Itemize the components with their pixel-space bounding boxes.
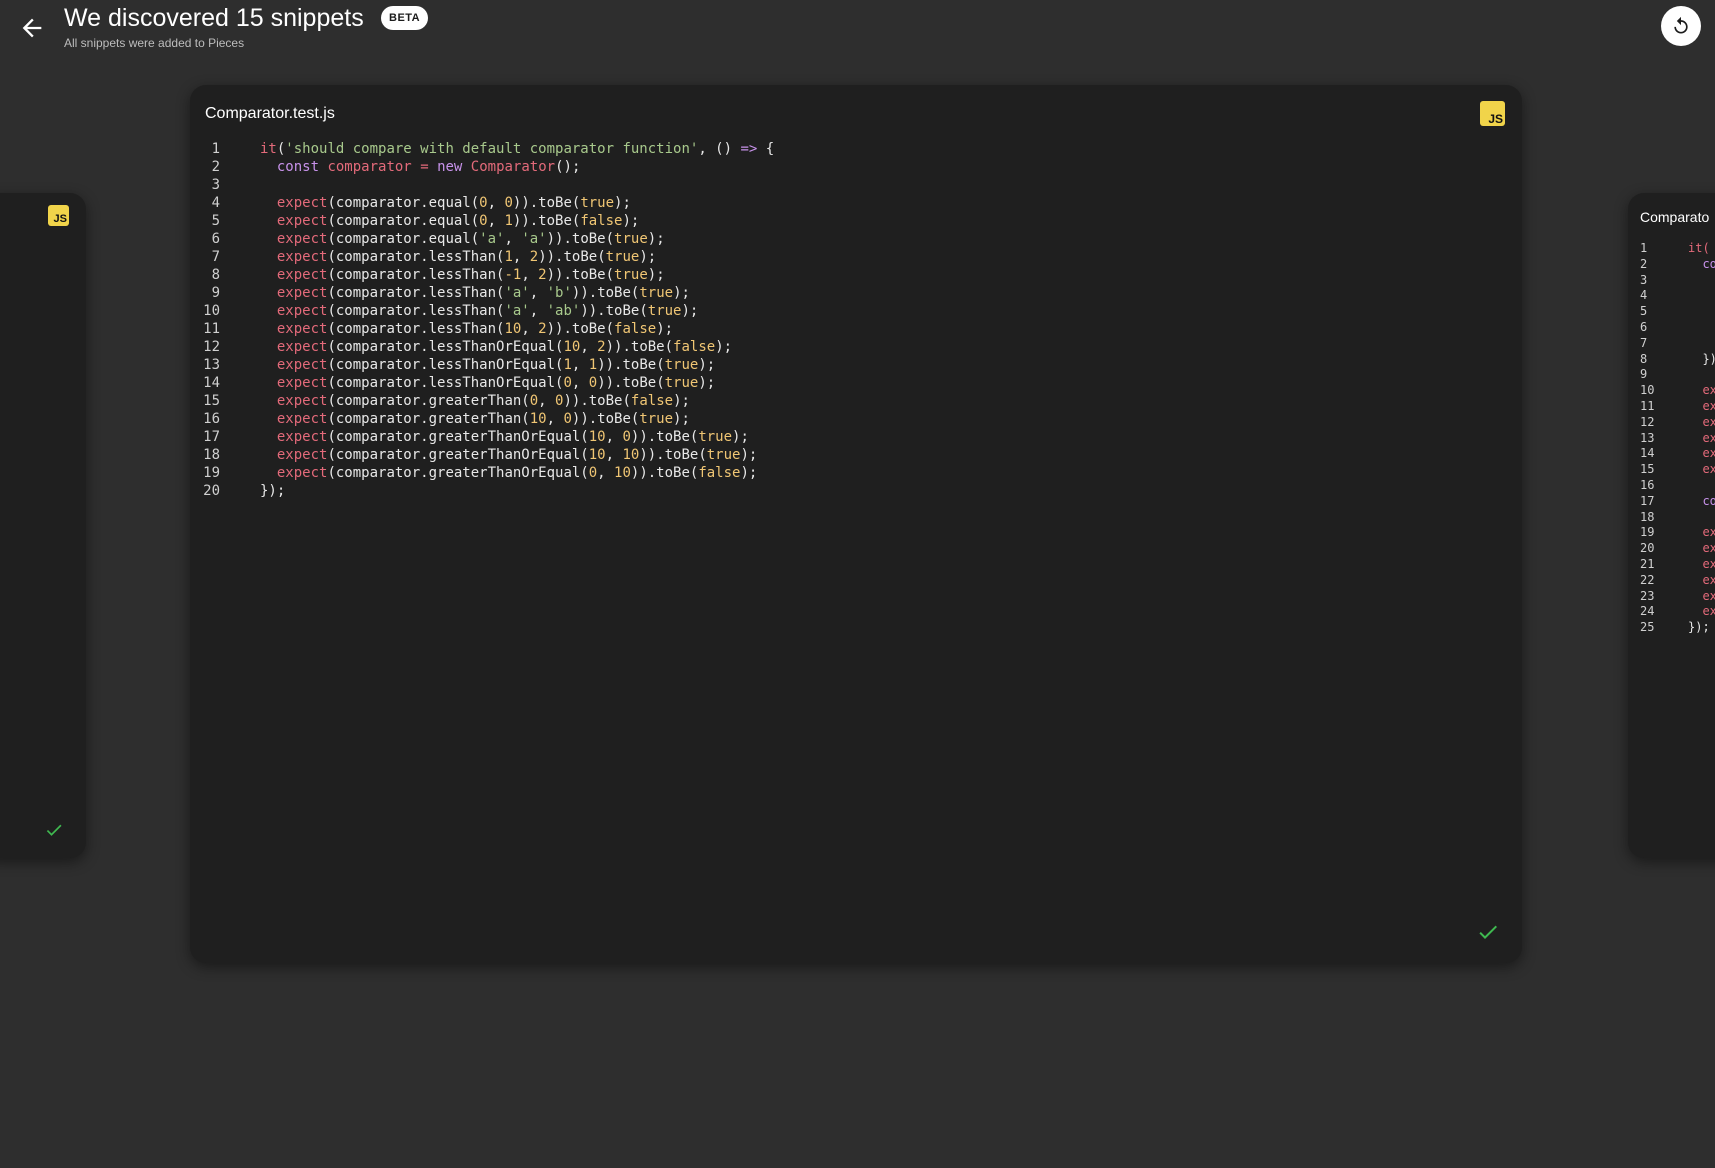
line-number: 10 <box>1640 383 1655 398</box>
code-text: ex <box>1702 446 1715 461</box>
code-text: co <box>1702 256 1715 271</box>
page-subtitle: All snippets were added to Pieces <box>64 36 245 50</box>
line-number: 3 <box>1640 272 1648 287</box>
code-text: it( <box>1688 241 1710 255</box>
line-number: 6 <box>211 231 220 247</box>
code-text: ex <box>1702 525 1715 540</box>
line-number: 20 <box>203 483 220 499</box>
line-number: 2 <box>1640 256 1648 271</box>
line-number: 16 <box>1640 477 1655 492</box>
code-text: expect(comparator.greaterThan(0, 0)).toB… <box>276 393 690 409</box>
line-number: 2 <box>211 159 220 175</box>
line-number: 8 <box>211 267 220 283</box>
code-text: expect(comparator.equal(0, 1)).toBe(fals… <box>276 213 640 229</box>
line-number: 18 <box>203 447 220 463</box>
line-number: 14 <box>203 375 220 391</box>
line-number: 9 <box>1640 367 1648 382</box>
line-number: 5 <box>1640 304 1648 319</box>
code-text: ex <box>1702 604 1715 619</box>
line-number: 25 <box>1640 620 1655 635</box>
line-number: 21 <box>1640 556 1655 571</box>
code-text: ex <box>1702 398 1715 413</box>
code-text: ex <box>1702 462 1715 477</box>
line-number: 17 <box>203 429 220 445</box>
code-text: }); <box>260 483 286 499</box>
snippet-card-previous[interactable]: JS <box>0 193 86 858</box>
line-number: 17 <box>1640 493 1655 508</box>
line-number: 11 <box>1640 398 1655 413</box>
snippet-card-next[interactable]: Comparato 1 it( 2 co 3 4 5 6 7 8 }) 9 10 ex 11 ex 12… <box>1628 193 1715 858</box>
code-text: const comparator = new Comparator(); <box>276 159 581 175</box>
code-text: ex <box>1702 414 1715 429</box>
code-text: expect(comparator.greaterThanOrEqual(10,… <box>276 447 758 463</box>
line-number: 12 <box>1640 414 1655 429</box>
line-number: 15 <box>203 393 220 409</box>
code-text: expect(comparator.lessThanOrEqual(10, 2)… <box>276 339 733 355</box>
code-text: expect(comparator.greaterThan(10, 0)).to… <box>276 411 690 427</box>
code-text: expect(comparator.lessThan(-1, 2)).toBe(… <box>276 267 665 283</box>
line-number: 14 <box>1640 446 1655 461</box>
arrow-left-icon <box>22 18 42 38</box>
code-text: ex <box>1702 572 1715 587</box>
code-text: ex <box>1702 383 1715 398</box>
snippet-card-current[interactable]: Comparator.test.js JS 1 it('should compar… <box>190 85 1522 963</box>
code-text: expect(comparator.equal(0, 0)).toBe(true… <box>276 195 631 211</box>
checkmark-icon <box>1479 925 1497 939</box>
code-text: expect(comparator.equal('a', 'a')).toBe(… <box>276 231 665 247</box>
snippet-filename: Comparato <box>1640 209 1710 225</box>
code-text: expect(comparator.greaterThanOrEqual(0, … <box>276 465 758 481</box>
line-number: 19 <box>1640 525 1655 540</box>
line-number: 8 <box>1640 351 1648 366</box>
code-text: expect(comparator.lessThan('a', 'b')).to… <box>276 285 690 301</box>
code-text: expect(comparator.lessThan('a', 'ab')).t… <box>276 303 699 319</box>
line-number: 4 <box>1640 288 1648 303</box>
line-number: 5 <box>211 213 220 229</box>
refresh-icon <box>1674 16 1688 34</box>
line-number: 6 <box>1640 319 1648 334</box>
code-text: co <box>1702 493 1715 508</box>
line-number: 11 <box>203 321 220 337</box>
line-number: 7 <box>1640 335 1648 350</box>
line-number: 22 <box>1640 572 1655 587</box>
code-text: }); <box>1688 620 1710 635</box>
beta-badge: BETA <box>381 6 429 30</box>
code-text: expect(comparator.lessThanOrEqual(1, 1))… <box>276 357 716 373</box>
line-number: 16 <box>203 411 220 427</box>
code-text: ex <box>1702 588 1715 603</box>
code-text: expect(comparator.greaterThanOrEqual(10,… <box>276 429 749 445</box>
refresh-button[interactable] <box>1661 6 1701 46</box>
line-number: 1 <box>1640 241 1648 255</box>
line-number: 12 <box>203 339 220 355</box>
line-number: 4 <box>211 195 220 211</box>
code-text: it('should compare with default comparat… <box>260 141 775 157</box>
page-title: We discovered 15 snippets <box>64 4 364 32</box>
line-number: 7 <box>211 249 220 265</box>
code-text: expect(comparator.lessThan(1, 2)).toBe(t… <box>276 249 657 265</box>
back-button[interactable] <box>18 14 46 42</box>
code-text: ex <box>1702 556 1715 571</box>
line-number: 20 <box>1640 541 1655 556</box>
line-number: 13 <box>203 357 220 373</box>
line-number: 18 <box>1640 509 1655 524</box>
code-text: ex <box>1702 541 1715 556</box>
line-number: 10 <box>203 303 220 319</box>
line-number: 15 <box>1640 462 1655 477</box>
line-number: 13 <box>1640 430 1655 445</box>
page-header: We discovered 15 snippets BETA All snipp… <box>0 0 1715 70</box>
line-number: 24 <box>1640 604 1655 619</box>
line-number: 9 <box>211 285 220 301</box>
code-text: expect(comparator.lessThanOrEqual(0, 0))… <box>276 375 716 391</box>
code-text: ex <box>1702 430 1715 445</box>
line-number: 23 <box>1640 588 1655 603</box>
line-number: 3 <box>211 177 220 193</box>
javascript-icon: JS <box>48 205 69 226</box>
snippet-filename: Comparator.test.js <box>205 105 335 122</box>
javascript-icon: JS <box>1480 101 1505 126</box>
code-text: expect(comparator.lessThan(10, 2)).toBe(… <box>276 321 674 337</box>
checkmark-icon <box>46 824 62 836</box>
line-number: 19 <box>203 465 220 481</box>
code-text: }) <box>1688 351 1715 366</box>
line-number: 1 <box>211 141 220 157</box>
